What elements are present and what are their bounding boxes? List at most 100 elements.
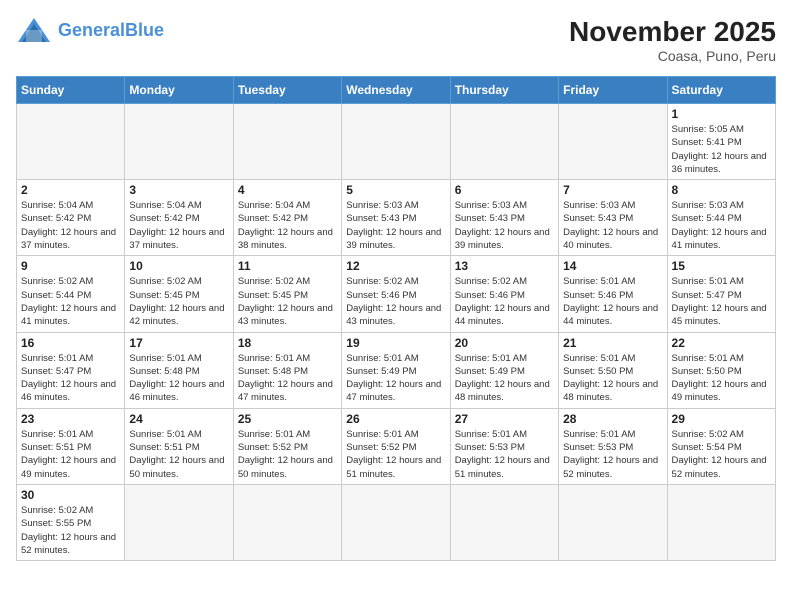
day-number: 20 xyxy=(455,336,554,350)
day-info: Sunrise: 5:01 AM Sunset: 5:51 PM Dayligh… xyxy=(21,428,120,481)
calendar-cell: 6 Sunrise: 5:03 AM Sunset: 5:43 PM Daylig… xyxy=(450,180,558,256)
calendar-cell: 13 Sunrise: 5:02 AM Sunset: 5:46 PM Dayli… xyxy=(450,256,558,332)
day-info: Sunrise: 5:05 AM Sunset: 5:41 PM Dayligh… xyxy=(672,123,771,176)
day-info: Sunrise: 5:01 AM Sunset: 5:49 PM Dayligh… xyxy=(455,352,554,405)
calendar-cell xyxy=(342,484,450,560)
day-number: 6 xyxy=(455,183,554,197)
calendar-cell: 10 Sunrise: 5:02 AM Sunset: 5:45 PM Dayli… xyxy=(125,256,233,332)
day-info: Sunrise: 5:04 AM Sunset: 5:42 PM Dayligh… xyxy=(21,199,120,252)
day-info: Sunrise: 5:01 AM Sunset: 5:47 PM Dayligh… xyxy=(21,352,120,405)
day-number: 29 xyxy=(672,412,771,426)
day-number: 27 xyxy=(455,412,554,426)
calendar-cell: 9 Sunrise: 5:02 AM Sunset: 5:44 PM Daylig… xyxy=(17,256,125,332)
calendar-cell: 28 Sunrise: 5:01 AM Sunset: 5:53 PM Dayli… xyxy=(559,408,667,484)
calendar: SundayMondayTuesdayWednesdayThursdayFrid… xyxy=(16,76,776,561)
day-number: 9 xyxy=(21,259,120,273)
day-number: 28 xyxy=(563,412,662,426)
calendar-cell: 12 Sunrise: 5:02 AM Sunset: 5:46 PM Dayli… xyxy=(342,256,450,332)
calendar-cell xyxy=(125,104,233,180)
calendar-cell: 5 Sunrise: 5:03 AM Sunset: 5:43 PM Daylig… xyxy=(342,180,450,256)
day-info: Sunrise: 5:01 AM Sunset: 5:52 PM Dayligh… xyxy=(346,428,445,481)
day-number: 24 xyxy=(129,412,228,426)
logo-text: GeneralBlue xyxy=(58,20,164,41)
calendar-cell xyxy=(559,484,667,560)
weekday-header: Monday xyxy=(125,77,233,104)
weekday-header: Wednesday xyxy=(342,77,450,104)
calendar-cell: 25 Sunrise: 5:01 AM Sunset: 5:52 PM Dayli… xyxy=(233,408,341,484)
calendar-cell: 29 Sunrise: 5:02 AM Sunset: 5:54 PM Dayli… xyxy=(667,408,775,484)
calendar-cell: 26Sunrise: 5:01 AM Sunset: 5:52 PM Dayli… xyxy=(342,408,450,484)
calendar-cell: 21Sunrise: 5:01 AM Sunset: 5:50 PM Dayli… xyxy=(559,332,667,408)
day-number: 5 xyxy=(346,183,445,197)
day-number: 23 xyxy=(21,412,120,426)
day-number: 22 xyxy=(672,336,771,350)
calendar-cell: 1 Sunrise: 5:05 AM Sunset: 5:41 PM Daylig… xyxy=(667,104,775,180)
day-number: 7 xyxy=(563,183,662,197)
page-header: GeneralBlue November 2025 Coasa, Puno, P… xyxy=(16,16,776,64)
calendar-cell: 24 Sunrise: 5:01 AM Sunset: 5:51 PM Dayli… xyxy=(125,408,233,484)
calendar-cell: 30Sunrise: 5:02 AM Sunset: 5:55 PM Dayli… xyxy=(17,484,125,560)
calendar-cell: 16 Sunrise: 5:01 AM Sunset: 5:47 PM Dayli… xyxy=(17,332,125,408)
day-number: 2 xyxy=(21,183,120,197)
day-number: 3 xyxy=(129,183,228,197)
day-info: Sunrise: 5:04 AM Sunset: 5:42 PM Dayligh… xyxy=(238,199,337,252)
day-number: 10 xyxy=(129,259,228,273)
calendar-cell: 15 Sunrise: 5:01 AM Sunset: 5:47 PM Dayli… xyxy=(667,256,775,332)
day-info: Sunrise: 5:01 AM Sunset: 5:49 PM Dayligh… xyxy=(346,352,445,405)
day-number: 30 xyxy=(21,488,120,502)
day-info: Sunrise: 5:02 AM Sunset: 5:46 PM Dayligh… xyxy=(346,275,445,328)
calendar-cell xyxy=(233,104,341,180)
day-number: 12 xyxy=(346,259,445,273)
day-info: Sunrise: 5:02 AM Sunset: 5:45 PM Dayligh… xyxy=(129,275,228,328)
day-number: 17 xyxy=(129,336,228,350)
calendar-cell xyxy=(233,484,341,560)
day-info: Sunrise: 5:03 AM Sunset: 5:43 PM Dayligh… xyxy=(563,199,662,252)
day-number: 16 xyxy=(21,336,120,350)
logo: GeneralBlue xyxy=(16,16,164,44)
location: Coasa, Puno, Peru xyxy=(569,48,776,64)
day-info: Sunrise: 5:01 AM Sunset: 5:48 PM Dayligh… xyxy=(238,352,337,405)
calendar-cell: 23 Sunrise: 5:01 AM Sunset: 5:51 PM Dayli… xyxy=(17,408,125,484)
calendar-cell: 2 Sunrise: 5:04 AM Sunset: 5:42 PM Daylig… xyxy=(17,180,125,256)
calendar-cell: 19 Sunrise: 5:01 AM Sunset: 5:49 PM Dayli… xyxy=(342,332,450,408)
month-year: November 2025 xyxy=(569,16,776,48)
day-number: 25 xyxy=(238,412,337,426)
logo-blue: Blue xyxy=(125,20,164,40)
day-number: 15 xyxy=(672,259,771,273)
day-info: Sunrise: 5:02 AM Sunset: 5:44 PM Dayligh… xyxy=(21,275,120,328)
calendar-cell xyxy=(125,484,233,560)
calendar-cell xyxy=(450,484,558,560)
day-number: 14 xyxy=(563,259,662,273)
day-number: 19 xyxy=(346,336,445,350)
calendar-cell: 4 Sunrise: 5:04 AM Sunset: 5:42 PM Daylig… xyxy=(233,180,341,256)
day-number: 4 xyxy=(238,183,337,197)
day-info: Sunrise: 5:01 AM Sunset: 5:51 PM Dayligh… xyxy=(129,428,228,481)
calendar-cell: 18 Sunrise: 5:01 AM Sunset: 5:48 PM Dayli… xyxy=(233,332,341,408)
calendar-cell xyxy=(667,484,775,560)
day-number: 8 xyxy=(672,183,771,197)
weekday-header: Tuesday xyxy=(233,77,341,104)
day-info: Sunrise: 5:01 AM Sunset: 5:50 PM Dayligh… xyxy=(672,352,771,405)
day-info: Sunrise: 5:01 AM Sunset: 5:46 PM Dayligh… xyxy=(563,275,662,328)
day-number: 11 xyxy=(238,259,337,273)
day-info: Sunrise: 5:01 AM Sunset: 5:52 PM Dayligh… xyxy=(238,428,337,481)
day-info: Sunrise: 5:03 AM Sunset: 5:43 PM Dayligh… xyxy=(455,199,554,252)
day-info: Sunrise: 5:01 AM Sunset: 5:53 PM Dayligh… xyxy=(455,428,554,481)
weekday-header: Thursday xyxy=(450,77,558,104)
day-info: Sunrise: 5:03 AM Sunset: 5:44 PM Dayligh… xyxy=(672,199,771,252)
logo-icon xyxy=(16,16,52,44)
title-block: November 2025 Coasa, Puno, Peru xyxy=(569,16,776,64)
logo-general: General xyxy=(58,20,125,40)
day-info: Sunrise: 5:03 AM Sunset: 5:43 PM Dayligh… xyxy=(346,199,445,252)
day-info: Sunrise: 5:02 AM Sunset: 5:45 PM Dayligh… xyxy=(238,275,337,328)
calendar-cell: 7 Sunrise: 5:03 AM Sunset: 5:43 PM Daylig… xyxy=(559,180,667,256)
day-info: Sunrise: 5:02 AM Sunset: 5:46 PM Dayligh… xyxy=(455,275,554,328)
weekday-header: Saturday xyxy=(667,77,775,104)
day-number: 18 xyxy=(238,336,337,350)
day-number: 13 xyxy=(455,259,554,273)
day-number: 1 xyxy=(672,107,771,121)
calendar-cell: 14 Sunrise: 5:01 AM Sunset: 5:46 PM Dayli… xyxy=(559,256,667,332)
day-info: Sunrise: 5:02 AM Sunset: 5:54 PM Dayligh… xyxy=(672,428,771,481)
day-info: Sunrise: 5:01 AM Sunset: 5:47 PM Dayligh… xyxy=(672,275,771,328)
day-info: Sunrise: 5:01 AM Sunset: 5:53 PM Dayligh… xyxy=(563,428,662,481)
